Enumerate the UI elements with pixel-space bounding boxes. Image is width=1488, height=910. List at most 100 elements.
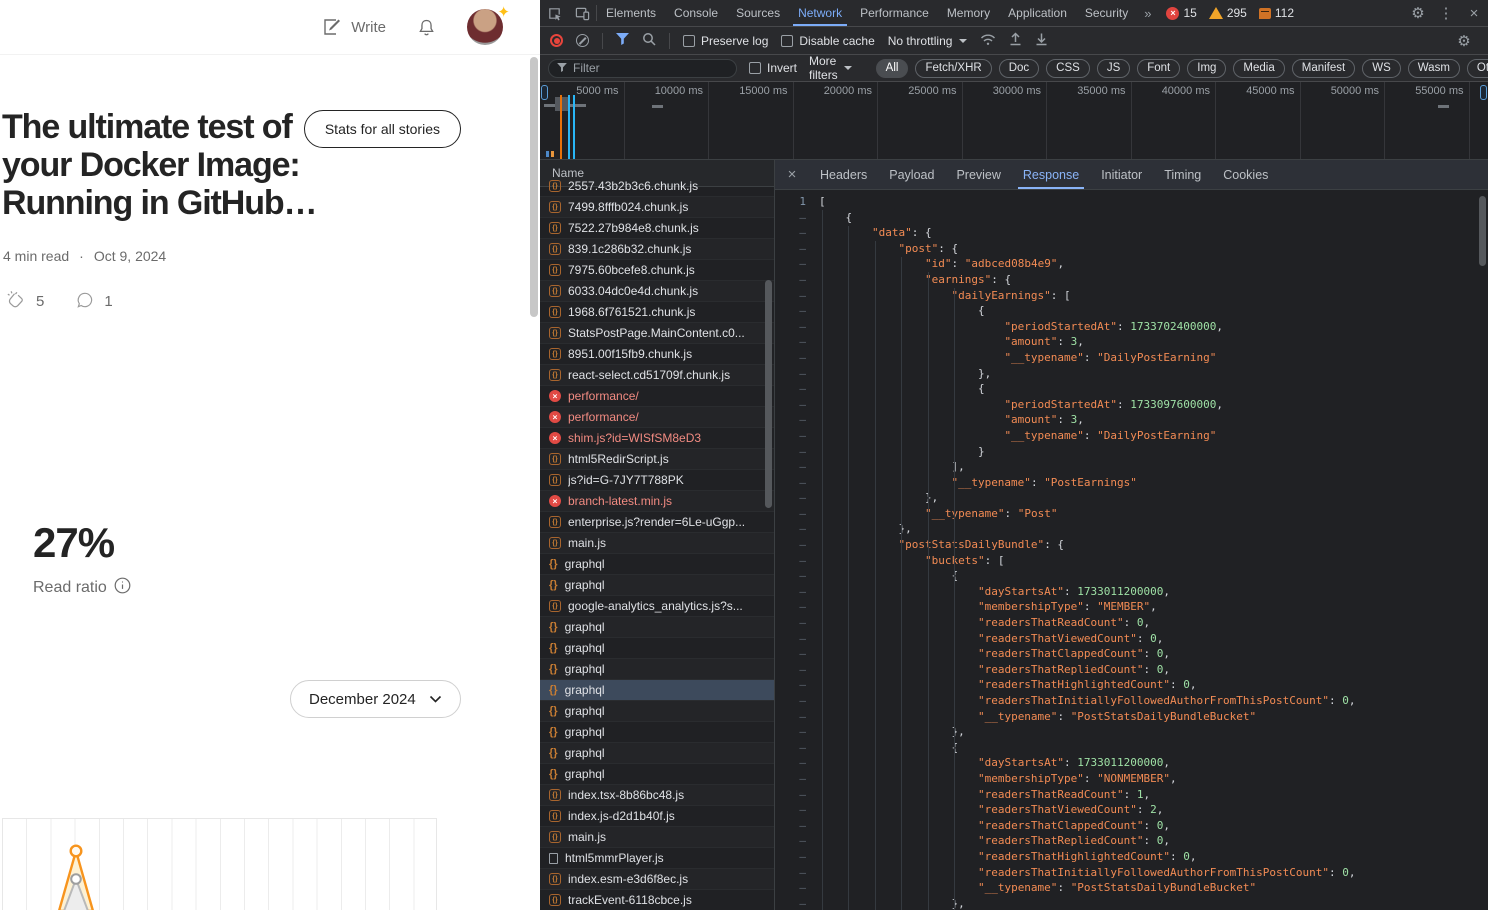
filter-type-css[interactable]: CSS — [1046, 59, 1090, 78]
request-row[interactable]: {}2557.43b2b3c6.chunk.js — [540, 176, 774, 197]
filter-input-box[interactable] — [548, 59, 737, 78]
filter-type-other[interactable]: Other — [1467, 59, 1488, 78]
filter-funnel-icon[interactable] — [616, 33, 629, 48]
stats-for-all-stories-button[interactable]: Stats for all stories — [304, 110, 461, 148]
warnings-badge[interactable]: 295 — [1209, 6, 1247, 20]
filter-type-js[interactable]: JS — [1097, 59, 1130, 78]
devtools-tab-application[interactable]: Application — [999, 0, 1076, 26]
notifications-bell-icon[interactable] — [416, 17, 437, 38]
response-tab-response[interactable]: Response — [1012, 160, 1090, 189]
invert-checkbox[interactable]: Invert — [749, 61, 797, 75]
overview-left-handle[interactable] — [541, 85, 548, 100]
responses-icon[interactable] — [75, 290, 95, 314]
export-har-icon[interactable] — [1035, 32, 1048, 49]
response-tab-headers[interactable]: Headers — [809, 160, 878, 189]
device-toolbar-icon[interactable] — [568, 0, 596, 26]
responses-count[interactable]: 1 — [104, 293, 112, 310]
disable-cache-checkbox[interactable]: Disable cache — [781, 34, 874, 48]
request-row[interactable]: {}8951.00f15fb9.chunk.js — [540, 344, 774, 365]
filter-type-manifest[interactable]: Manifest — [1292, 59, 1355, 78]
filter-type-media[interactable]: Media — [1233, 59, 1284, 78]
inspect-element-icon[interactable] — [540, 0, 568, 26]
devtools-tab-elements[interactable]: Elements — [597, 0, 665, 26]
daily-stats-chart[interactable] — [2, 818, 437, 910]
response-tab-timing[interactable]: Timing — [1153, 160, 1212, 189]
request-row[interactable]: {}839.1c286b32.chunk.js — [540, 239, 774, 260]
devtools-tab-performance[interactable]: Performance — [851, 0, 938, 26]
filter-type-doc[interactable]: Doc — [999, 59, 1039, 78]
devtools-tab-security[interactable]: Security — [1076, 0, 1137, 26]
request-row[interactable]: {}enterprise.js?render=6Le-uGgp... — [540, 512, 774, 533]
record-network-log-button[interactable] — [550, 34, 563, 47]
request-row[interactable]: {}graphql — [540, 617, 774, 638]
search-icon[interactable] — [642, 32, 656, 49]
close-devtools-icon[interactable]: × — [1460, 5, 1488, 22]
issues-badge[interactable]: 112 — [1259, 6, 1294, 20]
network-conditions-icon[interactable] — [980, 33, 996, 49]
preserve-log-checkbox[interactable]: Preserve log — [683, 34, 768, 48]
request-row[interactable]: {}index.esm-e3d6f8ec.js — [540, 869, 774, 890]
filter-type-all[interactable]: All — [876, 59, 909, 78]
request-row[interactable]: {}index.js-d2d1b40f.js — [540, 806, 774, 827]
request-row[interactable]: html5mmrPlayer.js — [540, 848, 774, 869]
more-tabs-button[interactable]: » — [1137, 0, 1158, 26]
devtools-tab-sources[interactable]: Sources — [727, 0, 789, 26]
request-row[interactable]: {}graphql — [540, 743, 774, 764]
request-row[interactable]: {}graphql — [540, 659, 774, 680]
devtools-tab-memory[interactable]: Memory — [938, 0, 999, 26]
more-filters-dropdown[interactable]: More filters — [809, 54, 852, 82]
request-row[interactable]: ×shim.js?id=WISfSM8eD3 — [540, 428, 774, 449]
request-row[interactable]: {}7522.27b984e8.chunk.js — [540, 218, 774, 239]
request-row[interactable]: {}StatsPostPage.MainContent.c0... — [540, 323, 774, 344]
response-scrollbar[interactable] — [1479, 196, 1486, 266]
request-row[interactable]: {}graphql — [540, 680, 774, 701]
request-row[interactable]: {}graphql — [540, 722, 774, 743]
throttling-dropdown[interactable]: No throttling — [888, 34, 968, 48]
request-row[interactable]: {}trackEvent-6118cbce.js — [540, 890, 774, 910]
request-list-scrollbar[interactable] — [765, 280, 772, 508]
request-row[interactable]: {}7975.60bcefe8.chunk.js — [540, 260, 774, 281]
user-avatar[interactable]: ✦ — [467, 9, 503, 45]
filter-type-font[interactable]: Font — [1137, 59, 1180, 78]
close-detail-icon[interactable]: × — [775, 160, 809, 189]
devtools-tab-network[interactable]: Network — [789, 0, 851, 26]
request-row[interactable]: {}graphql — [540, 554, 774, 575]
month-selector-dropdown[interactable]: December 2024 — [290, 680, 461, 718]
request-row[interactable]: {}6033.04dc0e4d.chunk.js — [540, 281, 774, 302]
clear-network-log-button[interactable] — [576, 34, 589, 47]
errors-badge[interactable]: × 15 — [1166, 6, 1196, 20]
settings-gear-icon[interactable]: ⚙ — [1404, 4, 1432, 22]
request-row[interactable]: {}react-select.cd51709f.chunk.js — [540, 365, 774, 386]
request-row[interactable]: ×branch-latest.min.js — [540, 491, 774, 512]
request-row[interactable]: {}graphql — [540, 638, 774, 659]
request-row[interactable]: {}graphql — [540, 575, 774, 596]
request-row[interactable]: {}index.tsx-8b86bc48.js — [540, 785, 774, 806]
request-row[interactable]: {}1968.6f761521.chunk.js — [540, 302, 774, 323]
overview-right-handle[interactable] — [1480, 85, 1487, 100]
response-tab-payload[interactable]: Payload — [878, 160, 945, 189]
filter-input[interactable] — [573, 61, 728, 75]
medium-scrollbar[interactable] — [530, 57, 538, 317]
request-row[interactable]: {}graphql — [540, 701, 774, 722]
network-overview-timeline[interactable]: 5000 ms10000 ms15000 ms20000 ms25000 ms3… — [540, 82, 1488, 160]
devtools-tab-console[interactable]: Console — [665, 0, 727, 26]
claps-count[interactable]: 5 — [36, 293, 44, 310]
request-row[interactable]: ×performance/ — [540, 386, 774, 407]
request-row[interactable]: {}google-analytics_analytics.js?s... — [540, 596, 774, 617]
filter-type-ws[interactable]: WS — [1362, 59, 1401, 78]
info-icon[interactable] — [114, 577, 131, 599]
request-row[interactable]: {}html5RedirScript.js — [540, 449, 774, 470]
write-button[interactable]: Write — [322, 17, 386, 37]
response-tab-initiator[interactable]: Initiator — [1090, 160, 1153, 189]
request-row[interactable]: {}main.js — [540, 827, 774, 848]
claps-icon[interactable] — [4, 288, 27, 315]
response-tab-preview[interactable]: Preview — [945, 160, 1011, 189]
request-row[interactable]: ×performance/ — [540, 407, 774, 428]
response-body-json[interactable]: 1[– {– "data": {– "post": {– "id": "adbc… — [775, 190, 1488, 910]
filter-type-fetch-xhr[interactable]: Fetch/XHR — [915, 59, 991, 78]
request-row[interactable]: {}graphql — [540, 764, 774, 785]
import-har-icon[interactable] — [1009, 32, 1022, 49]
response-tab-cookies[interactable]: Cookies — [1212, 160, 1279, 189]
request-row[interactable]: {}main.js — [540, 533, 774, 554]
filter-type-wasm[interactable]: Wasm — [1408, 59, 1460, 78]
